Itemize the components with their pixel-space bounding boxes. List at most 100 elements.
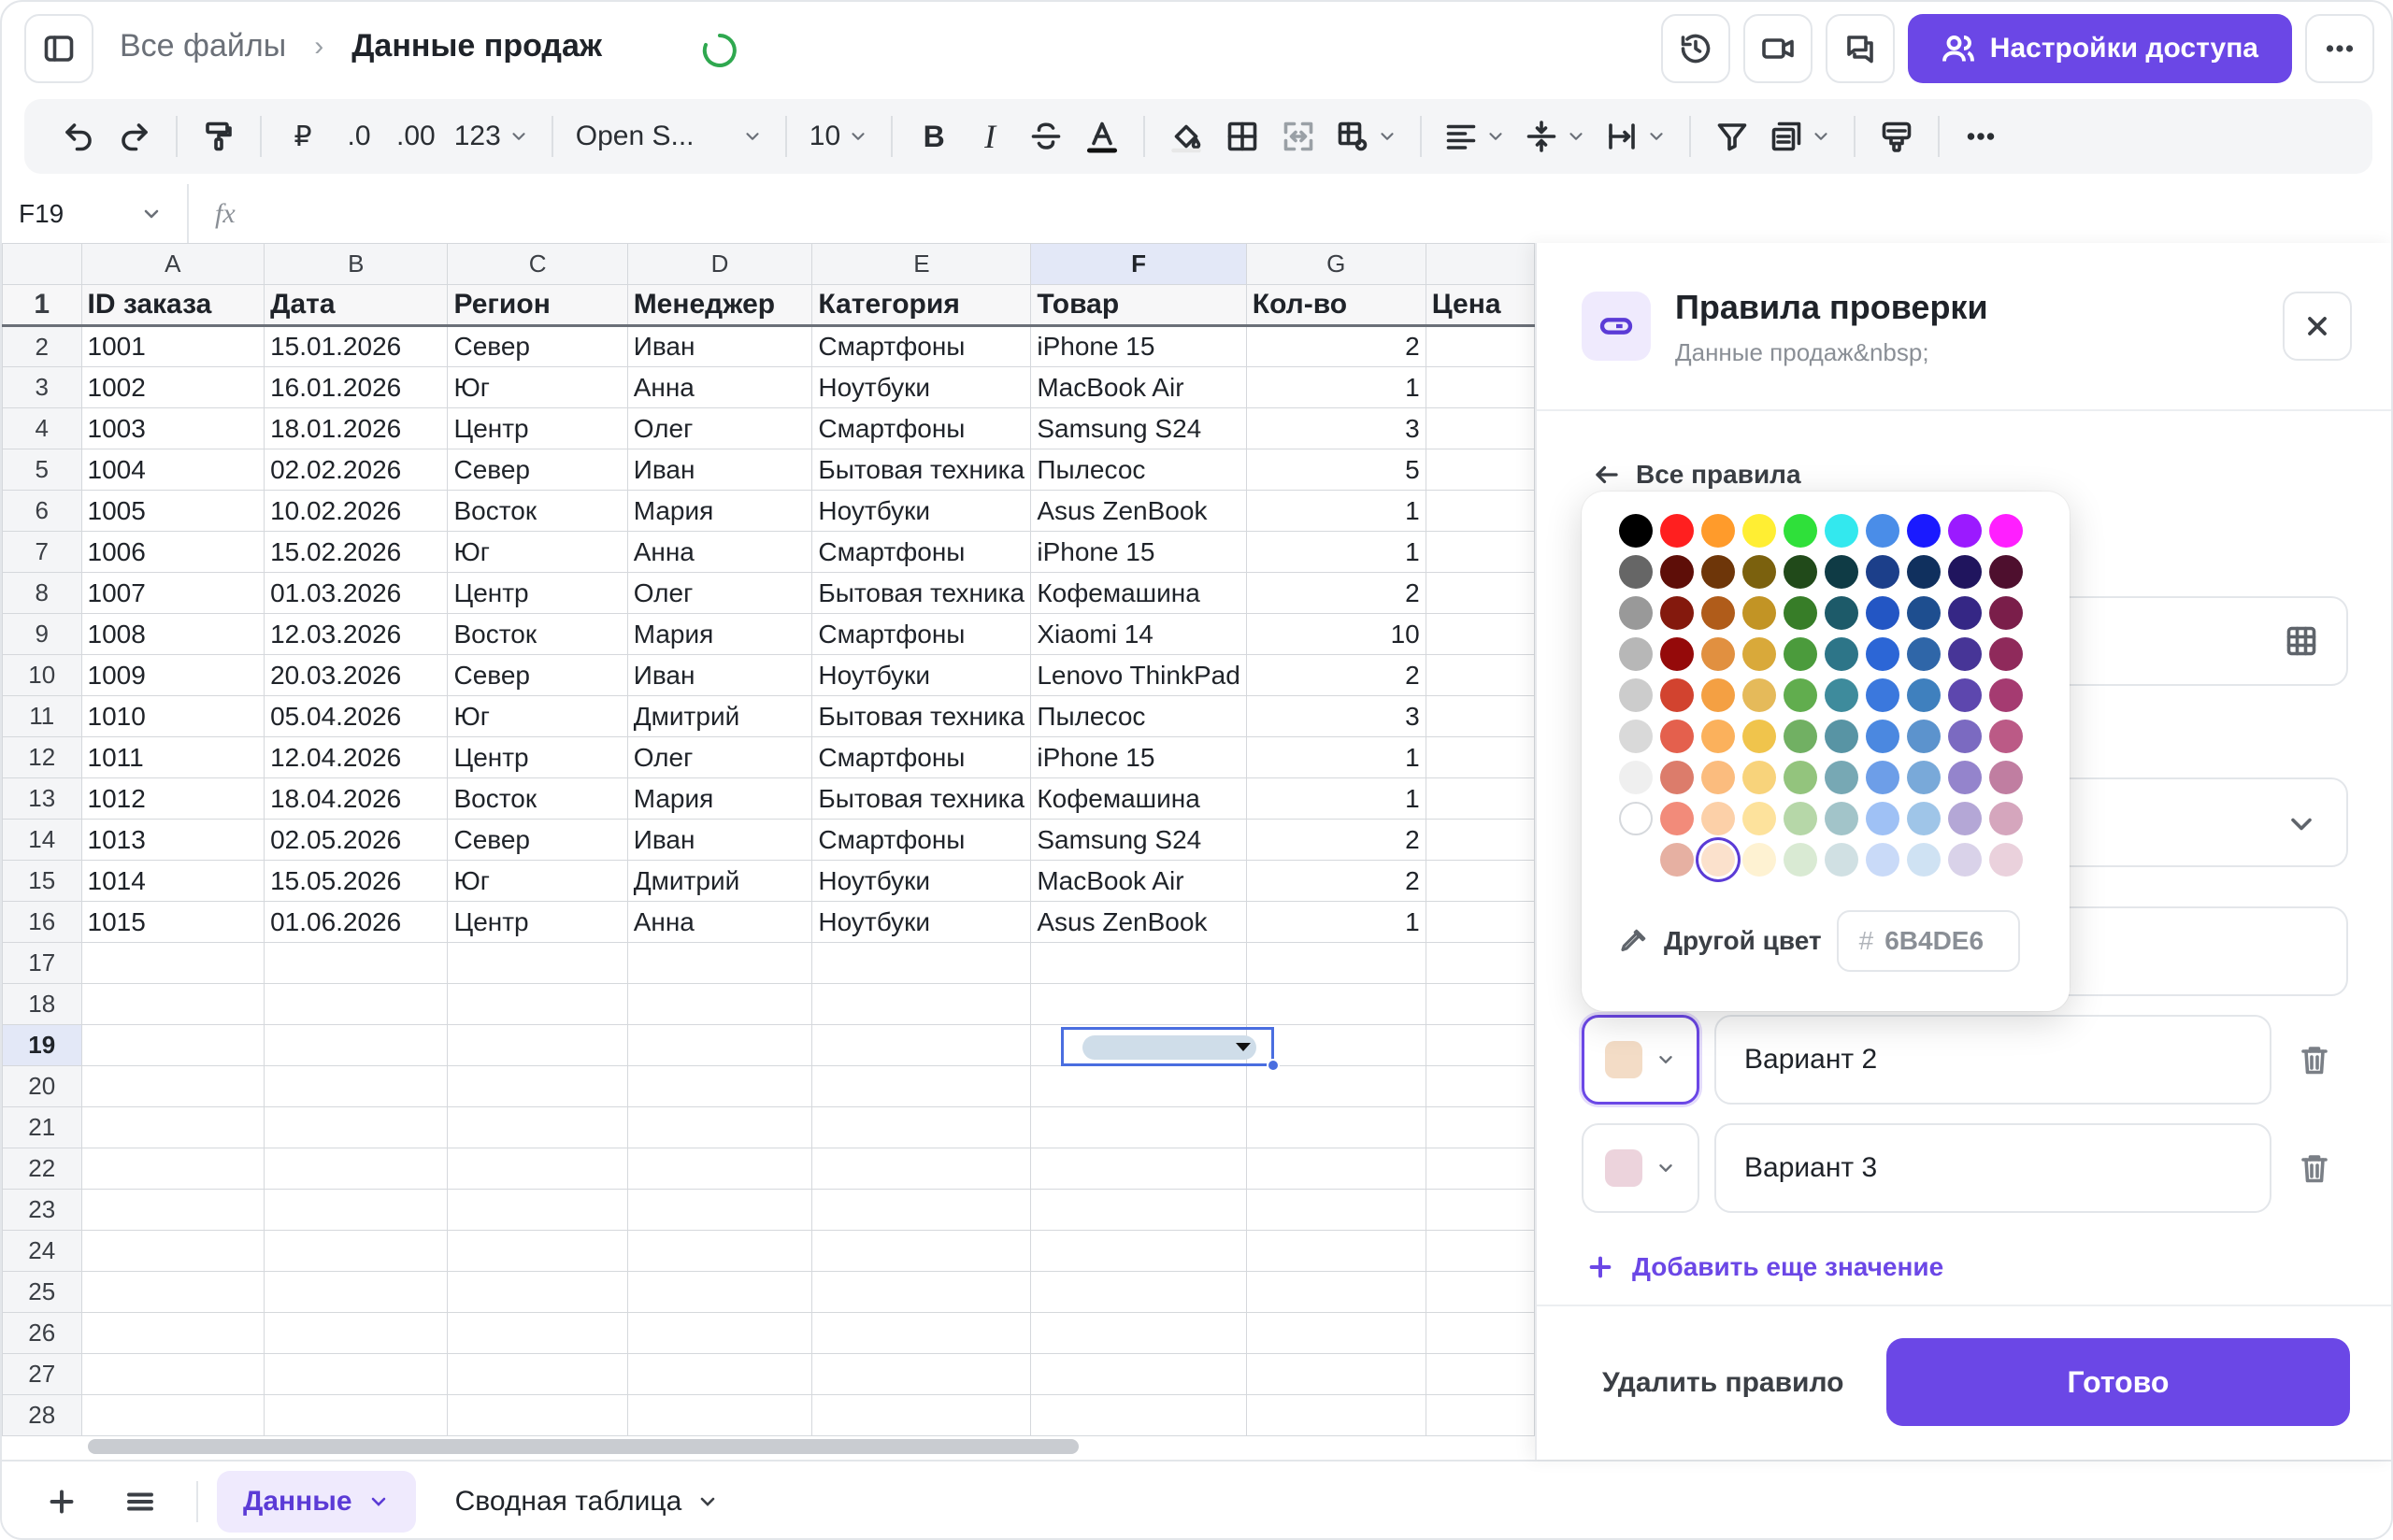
color-swatch[interactable] — [1701, 678, 1735, 712]
cell[interactable]: Север — [447, 654, 628, 696]
color-swatch[interactable] — [1660, 678, 1694, 712]
cell[interactable] — [1425, 449, 1535, 491]
color-swatch[interactable] — [1701, 555, 1735, 589]
color-swatch[interactable] — [1948, 843, 1982, 877]
cell[interactable]: Кофемашина — [1030, 572, 1247, 614]
cell[interactable] — [811, 983, 1032, 1025]
color-swatch[interactable] — [1948, 637, 1982, 671]
cell[interactable]: Дмитрий — [626, 695, 813, 737]
color-swatch[interactable] — [1619, 596, 1653, 630]
cell[interactable]: 2 — [1245, 819, 1426, 861]
cell[interactable]: 01.03.2026 — [264, 572, 449, 614]
cell[interactable] — [447, 1189, 628, 1231]
column-header[interactable] — [1425, 243, 1535, 285]
color-swatch[interactable] — [1907, 596, 1941, 630]
text-color-button[interactable] — [1074, 108, 1130, 164]
cell[interactable] — [1425, 325, 1535, 367]
cell[interactable] — [1425, 572, 1535, 614]
cell[interactable]: Смартфоны — [811, 325, 1032, 367]
cell[interactable]: Иван — [626, 325, 813, 367]
color-swatch[interactable] — [1784, 843, 1817, 877]
cell[interactable] — [811, 1312, 1032, 1354]
cell[interactable] — [1030, 1148, 1247, 1190]
eyedropper-icon[interactable] — [1619, 926, 1649, 956]
cell[interactable] — [264, 1312, 449, 1354]
cell[interactable] — [80, 1230, 265, 1272]
cell[interactable] — [447, 1271, 628, 1313]
cell[interactable] — [264, 942, 449, 984]
cell[interactable] — [1425, 942, 1535, 984]
color-swatch[interactable] — [1619, 678, 1653, 712]
row-header[interactable]: 16 — [2, 901, 82, 943]
format-painter-button[interactable] — [191, 108, 247, 164]
cell[interactable] — [1425, 1189, 1535, 1231]
color-swatch[interactable] — [1660, 514, 1694, 548]
row-header[interactable]: 26 — [2, 1312, 82, 1354]
cell[interactable] — [1030, 1312, 1247, 1354]
cell[interactable]: 16.01.2026 — [264, 366, 449, 408]
cell[interactable]: 1010 — [80, 695, 265, 737]
color-swatch[interactable] — [1866, 678, 1899, 712]
cell[interactable]: Lenovo ThinkPad — [1030, 654, 1247, 696]
cell[interactable] — [626, 1065, 813, 1107]
cell[interactable]: Samsung S24 — [1030, 407, 1247, 449]
cell[interactable] — [80, 1148, 265, 1190]
increase-decimal-button[interactable]: .00 — [387, 108, 445, 164]
cell[interactable] — [1030, 1353, 1247, 1395]
color-swatch[interactable] — [1866, 761, 1899, 794]
row-header[interactable]: 13 — [2, 777, 82, 820]
cell[interactable] — [447, 1394, 628, 1436]
cell[interactable] — [264, 1106, 449, 1148]
cell[interactable] — [811, 1065, 1032, 1107]
cell[interactable]: 2 — [1245, 654, 1426, 696]
cell[interactable] — [1245, 1353, 1426, 1395]
cell[interactable] — [264, 1394, 449, 1436]
cell[interactable]: Олег — [626, 572, 813, 614]
cell[interactable] — [264, 1353, 449, 1395]
cell[interactable]: Восток — [447, 613, 628, 655]
cell[interactable] — [80, 1394, 265, 1436]
cell[interactable]: Asus ZenBook — [1030, 901, 1247, 943]
color-swatch[interactable] — [1742, 555, 1776, 589]
cell[interactable] — [1425, 983, 1535, 1025]
cell[interactable]: 15.05.2026 — [264, 860, 449, 902]
cell[interactable]: Юг — [447, 366, 628, 408]
fill-color-button[interactable] — [1158, 108, 1214, 164]
cell[interactable]: Samsung S24 — [1030, 819, 1247, 861]
filter-button[interactable] — [1704, 108, 1760, 164]
cell[interactable]: 10 — [1245, 613, 1426, 655]
decrease-decimal-button[interactable]: .0 — [331, 108, 387, 164]
color-swatch[interactable] — [1825, 761, 1858, 794]
color-swatch[interactable] — [1989, 843, 2023, 877]
cell[interactable]: Олег — [626, 736, 813, 778]
back-to-all-rules-link[interactable]: Все правила — [1593, 460, 1801, 490]
color-swatch[interactable] — [1825, 802, 1858, 835]
merge-cells-button[interactable] — [1270, 108, 1326, 164]
column-header[interactable]: A — [80, 243, 265, 285]
cell[interactable] — [264, 1189, 449, 1231]
cell[interactable]: 15.01.2026 — [264, 325, 449, 367]
cell[interactable] — [811, 1148, 1032, 1190]
italic-button[interactable]: I — [962, 108, 1018, 164]
color-swatch[interactable] — [1989, 596, 2023, 630]
cell[interactable]: Цена — [1425, 284, 1535, 327]
cell[interactable] — [626, 1230, 813, 1272]
cell[interactable] — [447, 1106, 628, 1148]
cell[interactable] — [626, 1312, 813, 1354]
cell[interactable] — [811, 1353, 1032, 1395]
cell[interactable]: Категория — [811, 284, 1032, 327]
cell[interactable] — [447, 942, 628, 984]
color-swatch[interactable] — [1989, 802, 2023, 835]
row-header[interactable]: 20 — [2, 1065, 82, 1107]
cell[interactable] — [1030, 1106, 1247, 1148]
dropdown-arrow-icon[interactable] — [1236, 1043, 1251, 1051]
color-swatch[interactable] — [1948, 555, 1982, 589]
selected-cell-dropdown[interactable] — [1061, 1027, 1280, 1072]
color-swatch[interactable] — [1619, 555, 1653, 589]
sheet-list-button[interactable] — [108, 1471, 172, 1533]
cell[interactable]: 18.04.2026 — [264, 777, 449, 820]
cell[interactable] — [447, 1024, 628, 1066]
cell[interactable] — [811, 1271, 1032, 1313]
color-swatch[interactable] — [1948, 761, 1982, 794]
cell[interactable] — [1425, 901, 1535, 943]
